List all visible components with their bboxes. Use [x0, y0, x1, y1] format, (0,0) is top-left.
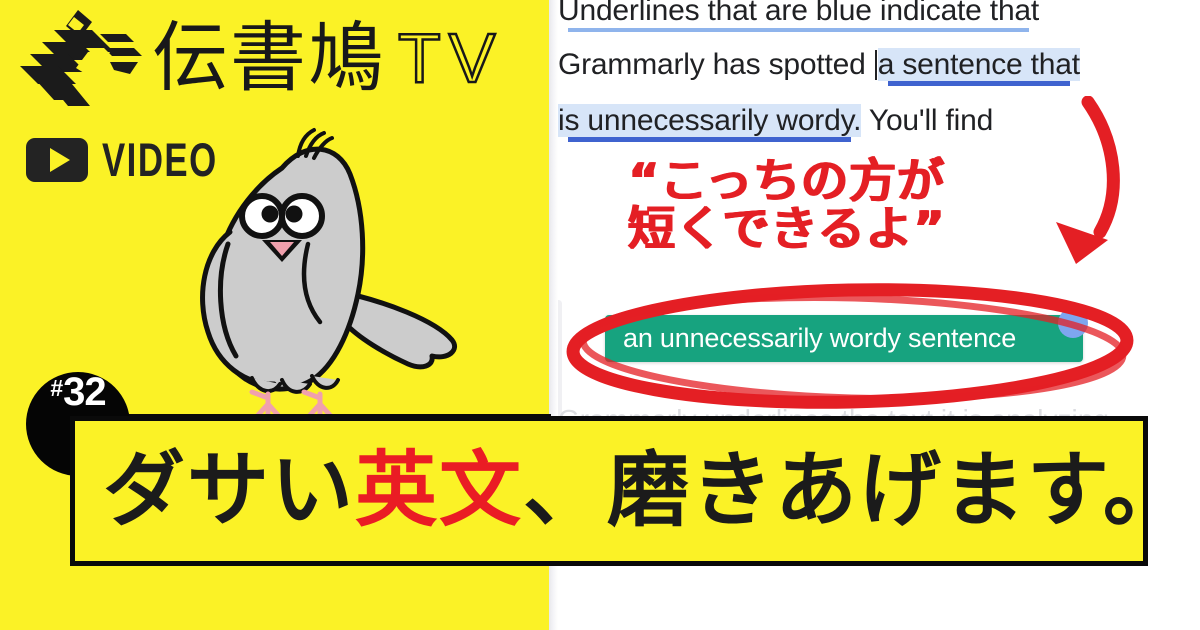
play-triangle-icon — [49, 147, 70, 172]
headline-bar: ダサい英文、磨きあげます。 — [70, 416, 1185, 566]
document-line-3-text: You'll find — [861, 104, 994, 137]
document-line-2-text: Grammarly has spotted — [558, 48, 874, 81]
document-line-2: Grammarly has spotted a sentence that — [558, 48, 1080, 82]
channel-name-tv: TV — [397, 19, 504, 97]
channel-logo-text: 伝書鳩 TV — [152, 12, 503, 104]
document-line-2-highlight[interactable]: a sentence that — [877, 48, 1080, 81]
hand-drawn-red-ellipse — [566, 283, 1134, 409]
pigeon-mascot-icon — [200, 128, 457, 426]
pigeon-stripes-logo-icon — [20, 10, 142, 106]
episode-hash: # — [50, 375, 64, 401]
headline-part-2: 、磨きあげます。 — [523, 443, 1187, 538]
channel-name-kanji: 伝書鳩 — [152, 13, 386, 102]
episode-number: 32 — [63, 370, 106, 414]
hand-drawn-down-arrow-icon — [1056, 96, 1120, 264]
headline-part-1: ダサい — [103, 443, 356, 538]
annotation-line-2: 短くできるよ” — [628, 201, 946, 257]
annotation-line-1: “こっちの方が — [628, 154, 946, 209]
document-line-1: Underlines that are blue indicate that — [558, 0, 1039, 28]
text-cursor — [874, 50, 877, 80]
document-line-3-highlight[interactable]: is unnecessarily wordy. — [558, 104, 861, 137]
headline-text: ダサい英文、磨きあげます。 — [75, 450, 1187, 532]
document-line-3: is unnecessarily wordy. You'll find — [558, 104, 993, 138]
play-button-icon — [26, 137, 88, 182]
handwritten-annotation: “こっちの方が 短くできるよ” — [628, 158, 946, 254]
headline-accent: 英文 — [355, 443, 524, 538]
document-line-1-text: Underlines that are blue indicate that — [558, 0, 1040, 27]
thumbnail-canvas: Underlines that are blue indicate that G… — [0, 0, 1200, 630]
